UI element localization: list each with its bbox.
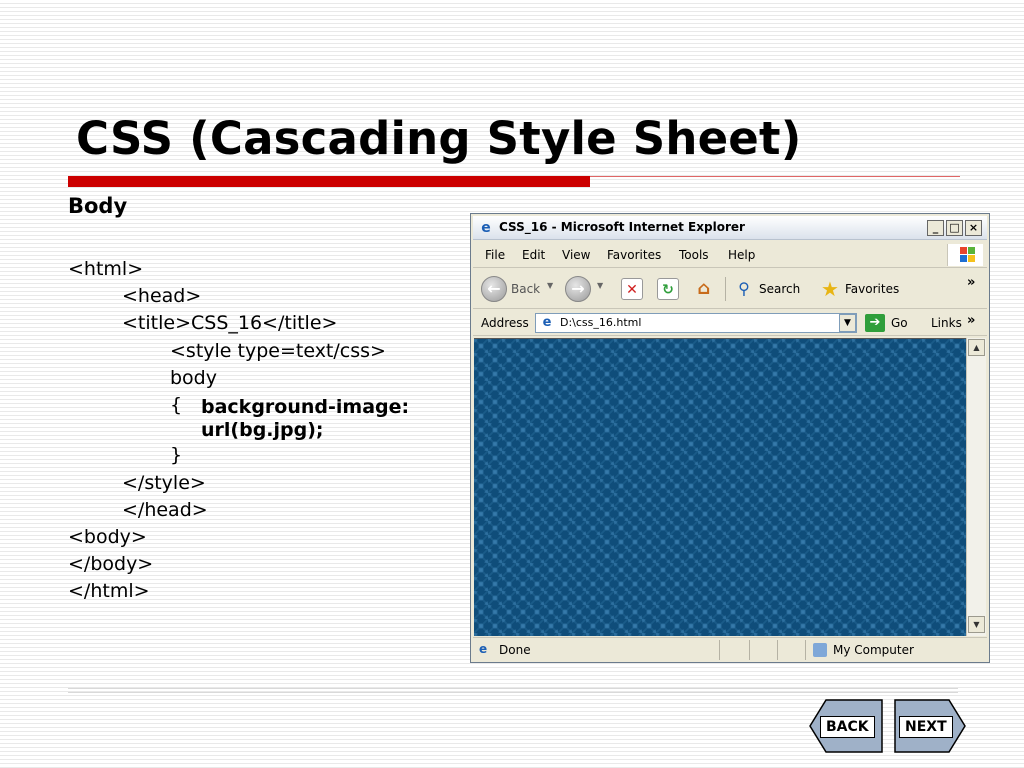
- vertical-scrollbar[interactable]: ▲ ▼: [966, 338, 986, 636]
- code-line-property: background-image:: [201, 396, 410, 418]
- status-divider: [805, 640, 806, 660]
- status-bar: e Done My Computer: [473, 637, 987, 661]
- code-line-head-open: <head>: [122, 285, 202, 307]
- forward-nav-icon[interactable]: →: [565, 276, 591, 302]
- slide-title: CSS (Cascading Style Sheet): [76, 112, 802, 165]
- menu-file[interactable]: File: [485, 248, 505, 262]
- code-line-style-open: <style type=text/css>: [170, 340, 386, 362]
- status-page-icon: e: [479, 642, 488, 656]
- minimize-button[interactable]: _: [927, 220, 944, 236]
- address-bar: Address D:\css_16.html e ▼ ➔ Go Links »: [473, 310, 987, 336]
- browser-window: e CSS_16 - Microsoft Internet Explorer _…: [470, 213, 990, 663]
- page-viewport-tiled-background: [474, 338, 966, 636]
- favorites-star-icon[interactable]: ★: [819, 278, 841, 300]
- code-line-value: url(bg.jpg);: [201, 419, 324, 441]
- section-heading: Body: [68, 194, 128, 218]
- status-text: Done: [499, 643, 531, 657]
- back-dropdown-icon[interactable]: ▼: [547, 281, 553, 290]
- toolbar-separator: [725, 277, 726, 301]
- zone-text: My Computer: [833, 643, 914, 657]
- menu-tools[interactable]: Tools: [679, 248, 709, 262]
- next-button[interactable]: NEXT: [893, 698, 973, 754]
- browser-titlebar: e CSS_16 - Microsoft Internet Explorer _…: [473, 216, 987, 240]
- standard-toolbar: ← Back ▼ → ▼ ✕ ↻ ⌂ ⚲ Search ★ Favorites …: [473, 269, 987, 309]
- menu-bar: File Edit View Favorites Tools Help: [473, 242, 987, 268]
- title-underline-thin: [590, 176, 960, 177]
- code-line-html-open: <html>: [68, 258, 144, 280]
- close-button[interactable]: ×: [965, 220, 982, 236]
- stop-icon[interactable]: ✕: [621, 278, 643, 300]
- toolbar-chevron-icon[interactable]: »: [967, 275, 975, 290]
- menu-edit[interactable]: Edit: [522, 248, 545, 262]
- favorites-label[interactable]: Favorites: [845, 282, 899, 296]
- windows-flag-icon: [947, 244, 983, 266]
- back-button-label: BACK: [820, 716, 875, 738]
- code-line-body-open: <body>: [68, 526, 147, 548]
- code-line-style-close: </style>: [122, 472, 206, 494]
- links-button[interactable]: Links: [931, 316, 962, 330]
- status-divider: [719, 640, 720, 660]
- refresh-icon[interactable]: ↻: [657, 278, 679, 300]
- address-label: Address: [481, 316, 529, 330]
- menu-favorites[interactable]: Favorites: [607, 248, 661, 262]
- go-button[interactable]: Go: [891, 316, 908, 330]
- go-arrow-icon[interactable]: ➔: [865, 314, 885, 332]
- forward-dropdown-icon[interactable]: ▼: [597, 281, 603, 290]
- status-divider: [777, 640, 778, 660]
- status-divider: [749, 640, 750, 660]
- next-button-label: NEXT: [899, 716, 953, 738]
- footer-divider-bottom: [68, 692, 958, 693]
- browser-title: CSS_16 - Microsoft Internet Explorer: [499, 220, 745, 234]
- footer-divider-top: [68, 688, 958, 689]
- menu-help[interactable]: Help: [728, 248, 755, 262]
- search-icon[interactable]: ⚲: [733, 278, 755, 300]
- address-input[interactable]: D:\css_16.html: [535, 313, 857, 333]
- links-chevron-icon[interactable]: »: [967, 313, 975, 328]
- scroll-up-icon[interactable]: ▲: [968, 339, 985, 356]
- code-line-html-close: </html>: [68, 580, 150, 602]
- home-icon[interactable]: ⌂: [693, 278, 715, 300]
- search-label[interactable]: Search: [759, 282, 800, 296]
- code-line-head-close: </head>: [122, 499, 208, 521]
- back-button[interactable]: BACK: [808, 698, 888, 754]
- menu-view[interactable]: View: [562, 248, 590, 262]
- code-line-body-selector: body: [170, 367, 217, 389]
- code-line-close-brace: }: [170, 444, 183, 466]
- maximize-button[interactable]: □: [946, 220, 963, 236]
- scroll-down-icon[interactable]: ▼: [968, 616, 985, 633]
- my-computer-icon: [813, 643, 827, 657]
- back-nav-label[interactable]: Back: [511, 282, 540, 296]
- code-line-open-brace: {: [170, 394, 183, 416]
- ie-logo-icon: e: [481, 220, 491, 236]
- page-icon: e: [542, 315, 552, 330]
- title-underline-bar: [68, 176, 590, 187]
- code-line-body-close: </body>: [68, 553, 154, 575]
- back-nav-icon[interactable]: ←: [481, 276, 507, 302]
- code-line-title: <title>CSS_16</title>: [122, 312, 338, 334]
- address-dropdown-button[interactable]: ▼: [839, 314, 856, 332]
